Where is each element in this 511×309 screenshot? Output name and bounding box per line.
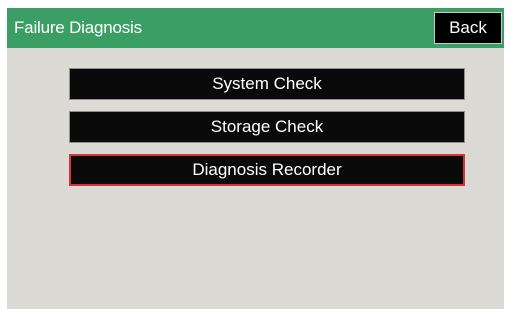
diagnosis-recorder-label: Diagnosis Recorder bbox=[192, 160, 342, 179]
diagnosis-recorder-button[interactable]: Diagnosis Recorder bbox=[69, 154, 465, 186]
system-check-label: System Check bbox=[212, 74, 322, 93]
diagnosis-screen: Failure Diagnosis Back System Check Stor… bbox=[7, 8, 504, 309]
back-button[interactable]: Back bbox=[434, 12, 502, 44]
storage-check-button[interactable]: Storage Check bbox=[69, 111, 465, 143]
system-check-button[interactable]: System Check bbox=[69, 68, 465, 100]
page-title: Failure Diagnosis bbox=[14, 18, 142, 37]
header-bar: Failure Diagnosis Back bbox=[7, 8, 504, 48]
storage-check-label: Storage Check bbox=[210, 117, 324, 136]
